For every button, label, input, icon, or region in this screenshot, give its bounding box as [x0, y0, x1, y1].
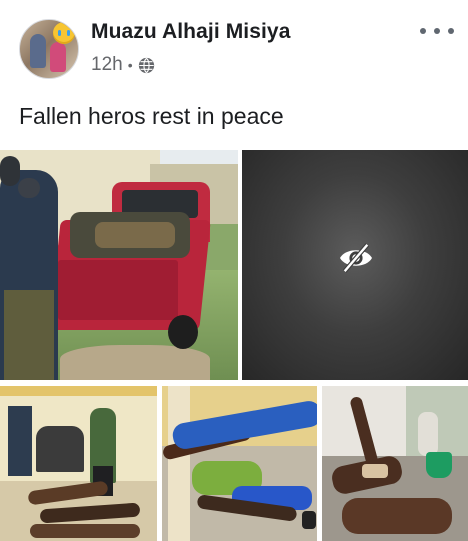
photo-people: [36, 426, 84, 472]
photo-shoe: [302, 511, 316, 529]
photo-helmet: [18, 178, 40, 198]
photo-ground: [60, 345, 210, 380]
author-name[interactable]: Muazu Alhaji Misiya: [91, 20, 291, 44]
post-meta: 12h •: [91, 54, 155, 76]
post-photo-5[interactable]: [322, 386, 468, 541]
photo-truck-tailgate: [58, 260, 178, 320]
photo-cloth: [362, 464, 388, 478]
post-header: Muazu Alhaji Misiya 12h •: [0, 0, 468, 90]
post-photo-3[interactable]: [0, 386, 157, 541]
post-photo-2-hidden[interactable]: [242, 150, 468, 380]
avatar-person-shape: [50, 42, 66, 72]
more-horizontal-icon: [448, 28, 454, 34]
photo-door: [8, 406, 32, 476]
photo-helmet: [0, 156, 20, 186]
avatar-person-shape: [30, 34, 46, 68]
eye-slash-icon: [340, 243, 372, 273]
photo-person: [418, 412, 438, 456]
more-horizontal-icon: [420, 28, 426, 34]
photo-beam: [0, 386, 157, 396]
photo-person: [342, 498, 452, 534]
author-avatar[interactable]: [19, 19, 79, 79]
globe-icon[interactable]: [138, 57, 155, 74]
photo-truck-wheel: [168, 315, 198, 349]
post-timestamp[interactable]: 12h: [91, 54, 123, 76]
photo-officer-legs: [4, 290, 54, 380]
post-text: Fallen heros rest in peace: [19, 103, 284, 129]
photo-person: [30, 524, 140, 538]
meta-separator: •: [127, 57, 133, 73]
more-options-button[interactable]: [420, 24, 454, 38]
photo-truck-cargo: [95, 222, 175, 248]
post-photo-1[interactable]: [0, 150, 238, 380]
more-horizontal-icon: [434, 28, 440, 34]
photo-bucket: [426, 452, 452, 478]
crying-emoji-icon: [53, 22, 75, 44]
photo-pillar: [168, 386, 190, 541]
post-photo-4[interactable]: [162, 386, 317, 541]
